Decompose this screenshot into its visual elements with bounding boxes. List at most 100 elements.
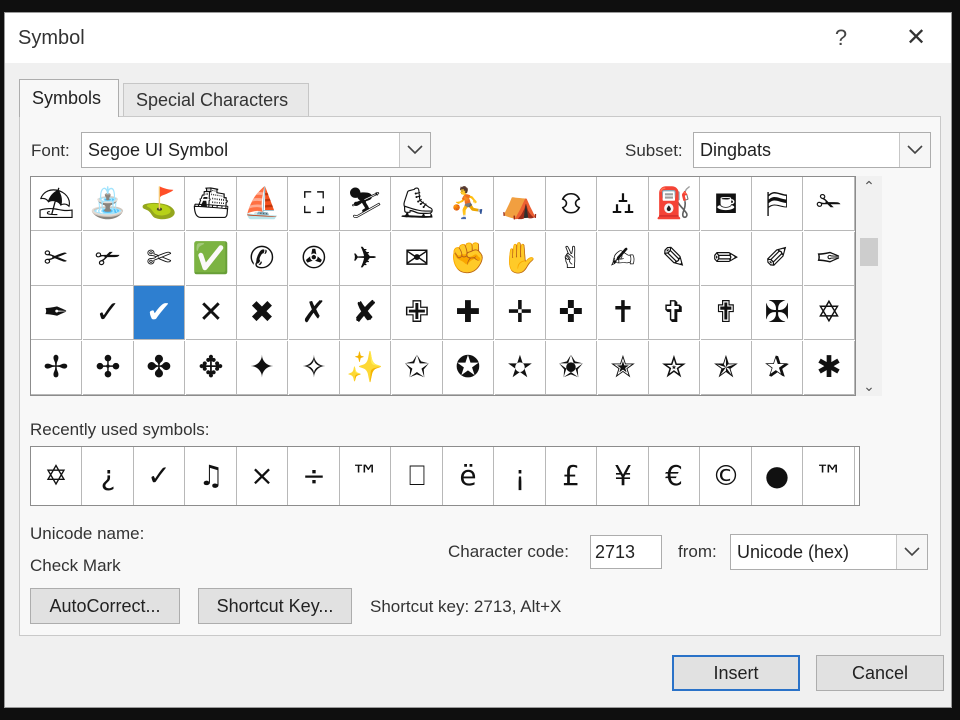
symbol-cell[interactable]: ⛷ bbox=[340, 177, 391, 231]
symbol-cell[interactable]: ✰ bbox=[752, 341, 803, 395]
symbol-cell[interactable]: ✂ bbox=[31, 232, 82, 286]
symbol-cell[interactable]: ⛲ bbox=[83, 177, 134, 231]
scroll-thumb[interactable] bbox=[860, 238, 878, 266]
symbol-cell[interactable]: ✩ bbox=[392, 341, 443, 395]
from-dropdown-arrow-icon[interactable] bbox=[896, 535, 927, 569]
symbol-cell[interactable]: ✚ bbox=[443, 286, 494, 340]
recent-symbol-cell[interactable]: © bbox=[701, 447, 752, 505]
symbol-cell[interactable]: ✫ bbox=[495, 341, 546, 395]
character-code-label: Character code: bbox=[448, 542, 569, 561]
from-select[interactable]: Unicode (hex) bbox=[730, 534, 928, 570]
symbol-cell[interactable]: ⛿ bbox=[752, 177, 803, 231]
font-select[interactable]: Segoe UI Symbol bbox=[81, 132, 431, 168]
symbol-cell[interactable]: ✒ bbox=[31, 286, 82, 340]
symbol-cell[interactable]: ✥ bbox=[186, 341, 237, 395]
tab-symbols[interactable]: Symbols bbox=[19, 79, 119, 117]
symbol-cell[interactable]: ⛹ bbox=[443, 177, 494, 231]
symbol-cell[interactable]: ✪ bbox=[443, 341, 494, 395]
recent-symbol-cell[interactable]: ● bbox=[752, 447, 803, 505]
symbol-cell[interactable]: ✗ bbox=[289, 286, 340, 340]
scroll-up-icon[interactable]: ⌃ bbox=[856, 176, 882, 196]
tab-special-characters[interactable]: Special Characters bbox=[123, 83, 309, 117]
symbol-cell[interactable]: ✁ bbox=[804, 177, 855, 231]
symbol-cell[interactable]: ✅ bbox=[186, 232, 237, 286]
symbol-cell[interactable]: ✄ bbox=[134, 232, 185, 286]
symbol-cell[interactable]: ✔ bbox=[134, 286, 185, 340]
close-button[interactable]: ✕ bbox=[899, 21, 933, 55]
symbol-cell[interactable]: ✝ bbox=[598, 286, 649, 340]
recent-symbol-cell[interactable]: × bbox=[237, 447, 288, 505]
scroll-down-icon[interactable]: ⌄ bbox=[856, 376, 882, 396]
recent-symbol-cell[interactable]: ✓ bbox=[134, 447, 185, 505]
symbol-cell[interactable]: ✇ bbox=[289, 232, 340, 286]
recent-symbol-cell[interactable]: ë bbox=[443, 447, 494, 505]
symbol-cell[interactable]: ✍ bbox=[598, 232, 649, 286]
symbol-cell[interactable]: ✦ bbox=[237, 341, 288, 395]
recent-symbol-cell[interactable]: ✡ bbox=[31, 447, 82, 505]
symbol-cell[interactable]: ✯ bbox=[701, 341, 752, 395]
symbol-cell[interactable]: ✬ bbox=[546, 341, 597, 395]
cancel-button[interactable]: Cancel bbox=[816, 655, 944, 691]
symbol-cell[interactable]: ✖ bbox=[237, 286, 288, 340]
symbol-cell[interactable]: ✃ bbox=[83, 232, 134, 286]
recent-symbol-cell[interactable]: ÷ bbox=[289, 447, 340, 505]
symbol-cell[interactable]: ✌ bbox=[546, 232, 597, 286]
symbol-cell[interactable]: ✞ bbox=[649, 286, 700, 340]
recent-symbol-cell[interactable]: ™ bbox=[804, 447, 855, 505]
font-dropdown-arrow-icon[interactable] bbox=[399, 133, 430, 167]
insert-button[interactable]: Insert bbox=[672, 655, 800, 691]
symbol-cell[interactable]: ✜ bbox=[546, 286, 597, 340]
subset-dropdown-arrow-icon[interactable] bbox=[899, 133, 930, 167]
autocorrect-button[interactable]: AutoCorrect... bbox=[30, 588, 180, 624]
shortcut-key-button[interactable]: Shortcut Key... bbox=[198, 588, 352, 624]
symbol-cell[interactable]: ✨ bbox=[340, 341, 391, 395]
symbol-cell[interactable]: ✋ bbox=[495, 232, 546, 286]
symbol-cell[interactable]: ✤ bbox=[134, 341, 185, 395]
symbol-cell[interactable]: ⛼ bbox=[598, 177, 649, 231]
symbol-cell[interactable]: ✑ bbox=[804, 232, 855, 286]
symbol-cell[interactable]: ⛻ bbox=[546, 177, 597, 231]
recent-symbol-cell[interactable]: £ bbox=[546, 447, 597, 505]
subset-select[interactable]: Dingbats bbox=[693, 132, 931, 168]
symbol-cell[interactable]: ✛ bbox=[495, 286, 546, 340]
symbol-cell[interactable]: ✉ bbox=[392, 232, 443, 286]
symbol-cell[interactable]: ✠ bbox=[752, 286, 803, 340]
symbol-cell[interactable]: ⛾ bbox=[701, 177, 752, 231]
symbol-cell[interactable]: ✮ bbox=[649, 341, 700, 395]
symbol-cell[interactable]: ⛴ bbox=[186, 177, 237, 231]
symbol-cell[interactable]: ✟ bbox=[701, 286, 752, 340]
symbol-cell[interactable]: ✭ bbox=[598, 341, 649, 395]
symbol-cell[interactable]: ✆ bbox=[237, 232, 288, 286]
symbol-cell[interactable]: ✧ bbox=[289, 341, 340, 395]
symbol-cell[interactable]: ⛵ bbox=[237, 177, 288, 231]
recent-symbol-cell[interactable]: ¡ bbox=[495, 447, 546, 505]
symbol-cell[interactable]: ✡ bbox=[804, 286, 855, 340]
recent-symbol-cell[interactable]: € bbox=[649, 447, 700, 505]
symbol-cell[interactable]: ⛶ bbox=[289, 177, 340, 231]
symbol-grid-scrollbar[interactable]: ⌃ ⌄ bbox=[856, 176, 882, 396]
symbol-cell[interactable]: ✘ bbox=[340, 286, 391, 340]
recent-symbol-cell[interactable]: ¿ bbox=[83, 447, 134, 505]
symbol-cell[interactable]: ✱ bbox=[804, 341, 855, 395]
symbol-cell[interactable]: ⛽ bbox=[649, 177, 700, 231]
symbol-cell[interactable]: ✐ bbox=[752, 232, 803, 286]
symbol-cell[interactable]: ⛳ bbox=[134, 177, 185, 231]
symbol-cell[interactable]: ⛺ bbox=[495, 177, 546, 231]
symbol-cell[interactable]: ✙ bbox=[392, 286, 443, 340]
symbol-cell[interactable]: ✈ bbox=[340, 232, 391, 286]
recent-symbol-cell[interactable]: ♫ bbox=[186, 447, 237, 505]
symbol-cell[interactable]: ✊ bbox=[443, 232, 494, 286]
recent-symbol-cell[interactable]: ¥ bbox=[598, 447, 649, 505]
recent-symbol-cell[interactable]: ™ bbox=[340, 447, 391, 505]
character-code-input[interactable]: 2713 bbox=[590, 535, 662, 569]
help-button[interactable]: ? bbox=[825, 21, 857, 55]
symbol-cell[interactable]: ✣ bbox=[83, 341, 134, 395]
symbol-cell[interactable]: ✓ bbox=[83, 286, 134, 340]
symbol-cell[interactable]: ✏ bbox=[701, 232, 752, 286]
symbol-cell[interactable]: ✎ bbox=[649, 232, 700, 286]
symbol-cell[interactable]: ⛱ bbox=[31, 177, 82, 231]
symbol-cell[interactable]: ✕ bbox=[186, 286, 237, 340]
symbol-cell[interactable]: ✢ bbox=[31, 341, 82, 395]
recent-symbol-cell[interactable]: ⎕ bbox=[392, 447, 443, 505]
symbol-cell[interactable]: ⛸ bbox=[392, 177, 443, 231]
